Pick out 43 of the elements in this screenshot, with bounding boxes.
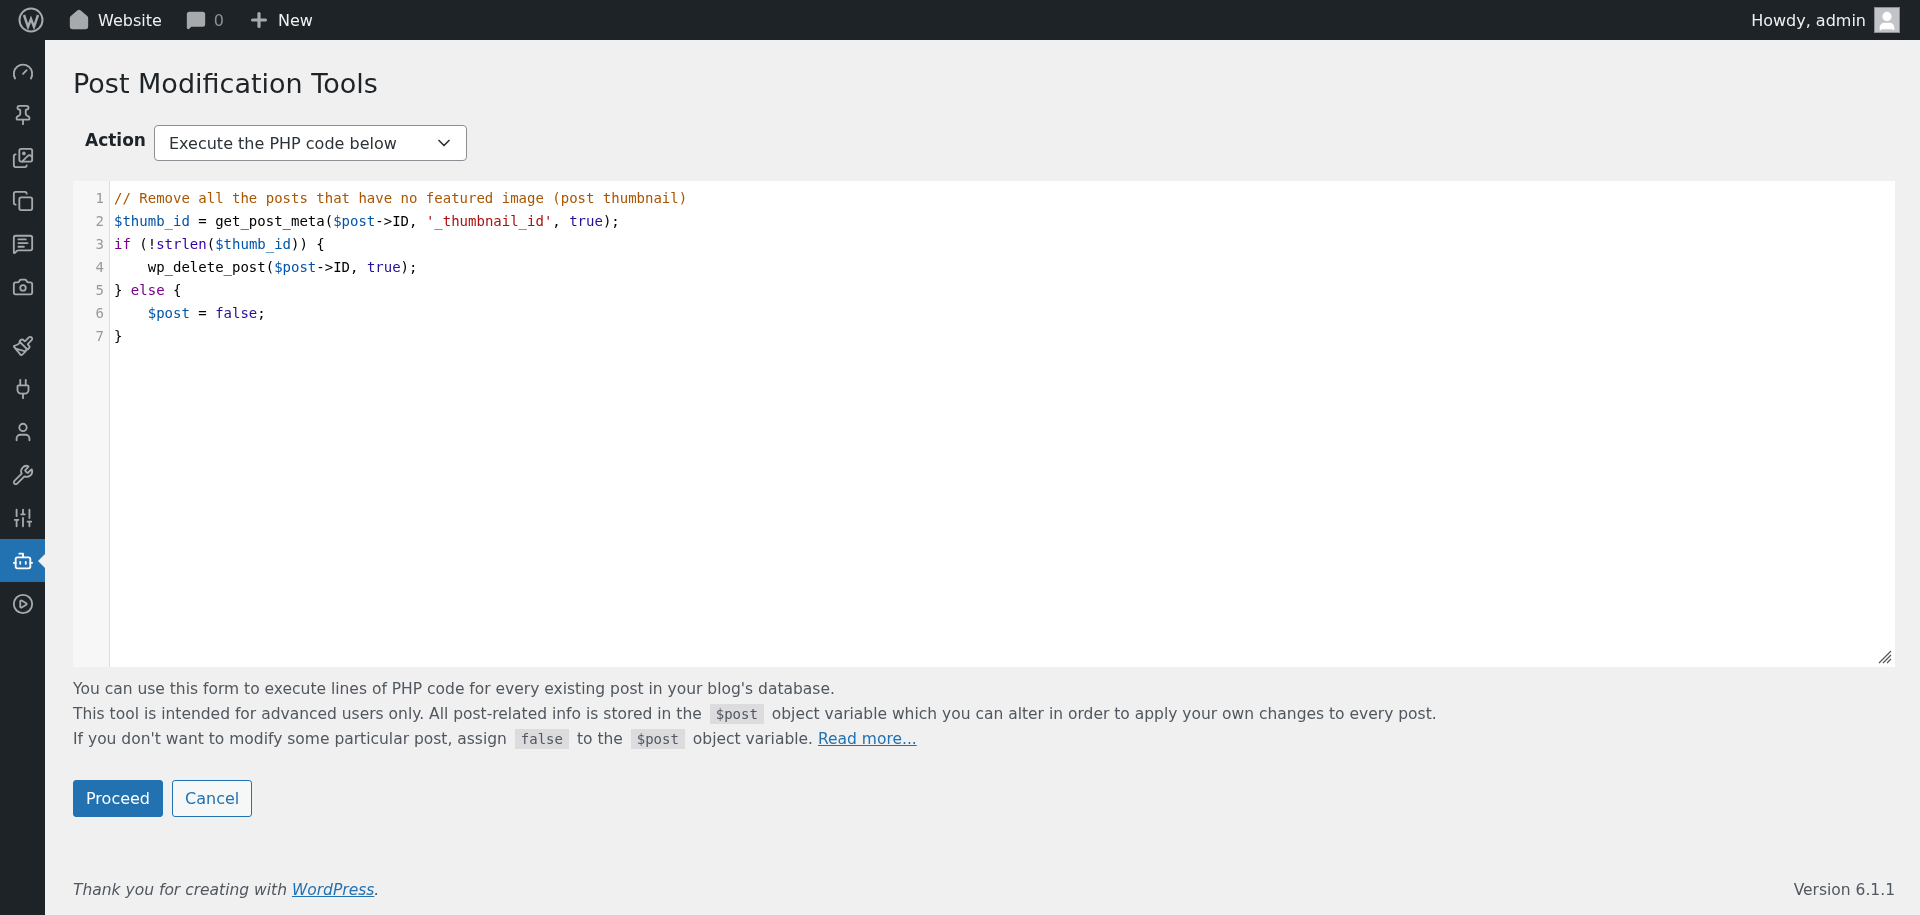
read-more-link[interactable]: Read more... <box>817 730 917 748</box>
active-menu-pointer <box>38 553 45 568</box>
code-line: wp_delete_post($post->ID, true); <box>146 258 419 278</box>
wrench-icon <box>11 463 34 486</box>
action-label: Action <box>85 130 146 150</box>
paintbrush-icon <box>11 334 34 357</box>
line-number: 2 <box>94 212 105 231</box>
code-line: // Remove all the posts that have no featured image (post thumbnail) <box>114 189 689 208</box>
line-number: 4 <box>94 258 105 277</box>
greeting-link[interactable]: Howdy, admin <box>1751 10 1866 30</box>
wordpress-logo-icon[interactable] <box>18 7 44 33</box>
resize-handle-icon[interactable] <box>1878 650 1892 664</box>
line-number: 7 <box>94 327 105 346</box>
sidebar-menu-item[interactable] <box>0 539 45 582</box>
code-line: } <box>114 327 124 346</box>
code-line: $thumb_id = get_post_meta($post->ID, '_thumbnail_id', true); <box>114 212 621 232</box>
cancel-button[interactable]: Cancel <box>172 780 253 817</box>
line-number: 3 <box>94 235 105 254</box>
play-icon <box>11 592 34 615</box>
line-number: 6 <box>94 304 105 323</box>
home-icon[interactable] <box>68 9 90 31</box>
help-text: You can use this form to execute lines of PHP code for every existing post in your blog's database. <box>73 679 836 700</box>
code-line: } else { <box>114 281 183 300</box>
proceed-button[interactable]: Proceed <box>73 780 164 817</box>
comment-icon <box>11 232 34 255</box>
sliders-icon <box>11 506 34 529</box>
help-text: This tool is intended for advanced users only. All post-related info is stored in the $post object variable which you can alter in order to apply your own changes to every post. <box>73 703 1438 726</box>
new-link[interactable]: New <box>277 10 313 30</box>
page-title: Post Modification Tools <box>73 68 379 99</box>
line-number: 5 <box>94 281 105 300</box>
site-name-link[interactable]: Website <box>98 10 162 30</box>
code-line: if (!strlen($thumb_id)) { <box>114 235 326 255</box>
pages-icon <box>11 189 34 212</box>
version-text: Version 6.1.1 <box>1793 881 1895 899</box>
line-number: 1 <box>94 189 105 208</box>
code-line: $post = false; <box>146 304 267 323</box>
comment-icon[interactable] <box>185 10 206 30</box>
avatar-icon[interactable] <box>1874 7 1900 33</box>
comments-count[interactable]: 0 <box>213 10 224 30</box>
footer-thanks: Thank you for creating with WordPress. <box>73 881 380 899</box>
media-icon <box>11 146 34 169</box>
action-select[interactable]: Execute the PHP code below <box>154 125 467 161</box>
help-text: If you don't want to modify some particular post, assign false to the $post object variable. Read more... <box>73 728 918 751</box>
